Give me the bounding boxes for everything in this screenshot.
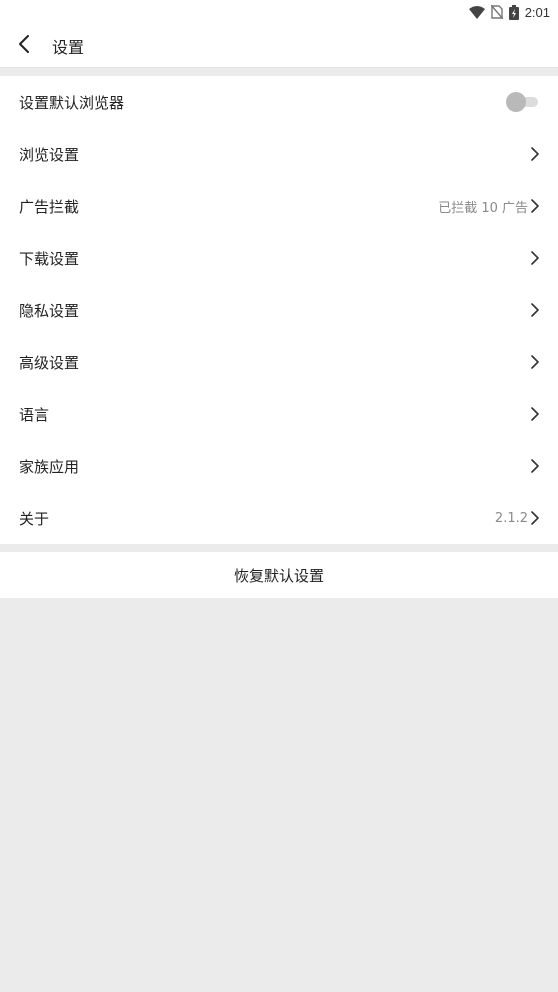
reset-defaults-button[interactable]: 恢复默认设置 xyxy=(0,552,558,598)
setting-label: 下载设置 xyxy=(19,249,80,268)
section-divider xyxy=(0,68,558,76)
setting-adblock[interactable]: 广告拦截 已拦截 10 广告 xyxy=(0,180,558,232)
setting-family-apps[interactable]: 家族应用 xyxy=(0,440,558,492)
battery-charging-icon xyxy=(508,4,519,20)
chevron-right-icon xyxy=(530,511,540,525)
status-time: 2:01 xyxy=(524,4,550,20)
adblock-count: 已拦截 10 广告 xyxy=(438,200,528,216)
setting-label: 广告拦截 xyxy=(19,197,80,216)
chevron-right-icon xyxy=(530,407,540,421)
setting-label: 语言 xyxy=(19,405,50,424)
setting-privacy[interactable]: 隐私设置 xyxy=(0,284,558,336)
page-title: 设置 xyxy=(52,37,85,57)
back-button[interactable] xyxy=(2,24,46,68)
setting-advanced[interactable]: 高级设置 xyxy=(0,336,558,388)
no-sim-icon xyxy=(490,5,503,19)
chevron-right-icon xyxy=(530,459,540,473)
setting-language[interactable]: 语言 xyxy=(0,388,558,440)
settings-list: 设置默认浏览器 浏览设置 广告拦截 已拦截 10 广告 下载设置 隐私设置 高级… xyxy=(0,76,558,544)
setting-default-browser[interactable]: 设置默认浏览器 xyxy=(0,76,558,128)
app-version: 2.1.2 xyxy=(494,510,528,526)
setting-label: 设置默认浏览器 xyxy=(19,93,125,112)
setting-browse[interactable]: 浏览设置 xyxy=(0,128,558,180)
chevron-right-icon xyxy=(530,303,540,317)
setting-label: 关于 xyxy=(19,509,50,528)
setting-label: 浏览设置 xyxy=(19,145,80,164)
app-bar: 设置 xyxy=(0,24,558,68)
chevron-right-icon xyxy=(530,251,540,265)
chevron-right-icon xyxy=(530,355,540,369)
chevron-right-icon xyxy=(530,199,540,213)
wifi-icon xyxy=(468,5,485,19)
status-bar: 2:01 xyxy=(0,0,558,24)
setting-about[interactable]: 关于 2.1.2 xyxy=(0,492,558,544)
chevron-right-icon xyxy=(530,147,540,161)
setting-label: 高级设置 xyxy=(19,353,80,372)
chevron-left-icon xyxy=(18,34,30,58)
setting-label: 隐私设置 xyxy=(19,301,80,320)
section-divider xyxy=(0,544,558,552)
setting-label: 家族应用 xyxy=(19,457,80,476)
setting-download[interactable]: 下载设置 xyxy=(0,232,558,284)
default-browser-toggle[interactable] xyxy=(506,92,540,112)
reset-defaults-label: 恢复默认设置 xyxy=(233,566,324,585)
toggle-thumb xyxy=(506,92,526,112)
